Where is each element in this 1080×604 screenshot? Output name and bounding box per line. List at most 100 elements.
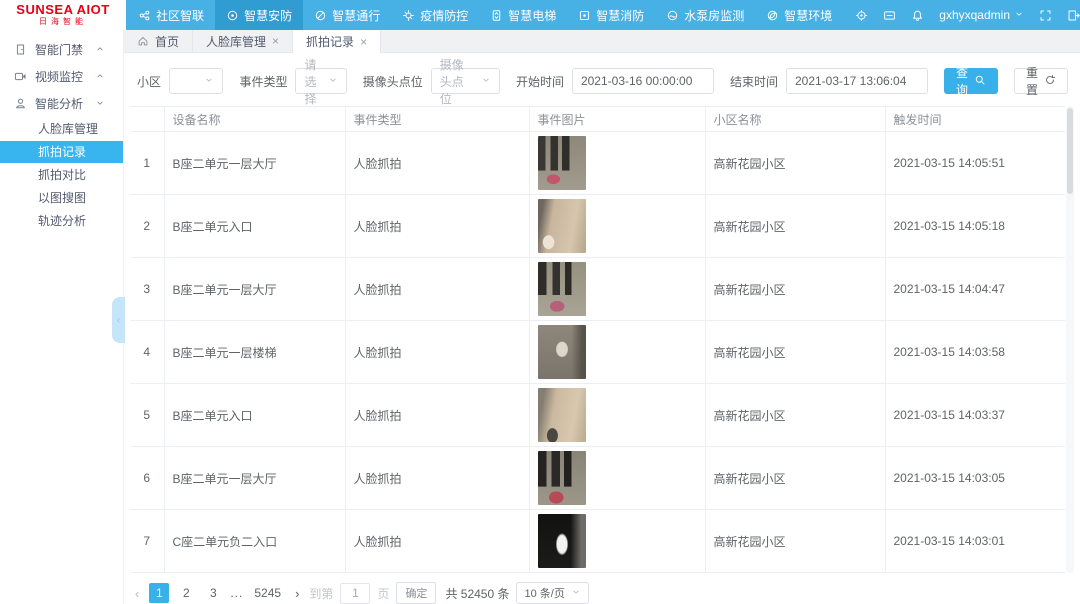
reset-button[interactable]: 重置 [1014,68,1068,94]
event-snapshot[interactable] [538,325,586,379]
event-snapshot[interactable] [538,451,586,505]
column-header: 设备名称 [164,107,345,132]
topbar-actions: gxhyxqadmin [843,0,1080,30]
reset-icon [1044,74,1056,86]
chevron-down-icon [204,75,214,85]
tab-label: 抓拍记录 [306,33,354,50]
search-button-label: 查询 [956,64,968,98]
user-menu[interactable]: gxhyxqadmin [939,8,1024,22]
cell-device-name: B座二单元入口 [164,384,345,447]
prev-page-button[interactable]: ‹ [132,586,142,601]
scrollbar-thumb[interactable] [1067,108,1073,194]
cell-trigger-time: 2021-03-15 14:03:05 [885,447,1065,510]
start-time-input[interactable] [572,68,714,94]
tab-face-library[interactable]: 人脸库管理 × [193,30,293,52]
environment-icon [766,9,779,22]
cell-event-type: 人脸抓拍 [345,258,529,321]
topnav-item-environment[interactable]: 智慧环境 [755,0,843,30]
cell-event-type: 人脸抓拍 [345,132,529,195]
sidebar-subitem-face-library[interactable]: 人脸库管理 [0,118,123,140]
tab-close-icon[interactable]: × [360,36,367,48]
cell-event-image [529,384,705,447]
page-size-select[interactable]: 10 条/页 [516,582,588,604]
cell-index: 1 [130,132,164,195]
goto-page-input[interactable] [340,583,370,604]
topbar: SUNSEA AIOT 日海智能 社区智联智慧安防智慧通行疫情防控智慧电梯智慧消… [0,0,1080,30]
tab-home[interactable]: 首页 [124,30,193,52]
event-snapshot[interactable] [538,262,586,316]
tab-capture-records[interactable]: 抓拍记录 × [293,30,381,53]
sidebar-subitem-capture-records[interactable]: 抓拍记录 [0,141,123,163]
topnav-item-fire[interactable]: 智慧消防 [567,0,655,30]
pump-icon [666,9,679,22]
search-icon [974,74,986,86]
sidebar-subitem-trajectory[interactable]: 轨迹分析 [0,210,123,232]
event-snapshot[interactable] [538,136,586,190]
page-button-5245[interactable]: 5245 [250,583,285,603]
table-header-row: 设备名称事件类型事件图片小区名称触发时间 [130,107,1065,132]
cell-trigger-time: 2021-03-15 14:03:01 [885,510,1065,573]
tab-label: 人脸库管理 [206,33,266,50]
cell-device-name: B座二单元入口 [164,195,345,258]
tab-close-icon[interactable]: × [272,35,279,47]
topnav-item-elevator[interactable]: 智慧电梯 [479,0,567,30]
sidebar-item-video-monitor[interactable]: 视频监控 [0,63,123,90]
community-select[interactable] [169,68,223,94]
reset-icon [1044,74,1056,89]
search-icon [974,74,986,89]
event-snapshot[interactable] [538,388,586,442]
cell-device-name: C座二单元负二入口 [164,510,345,573]
page-button-2[interactable]: 2 [176,583,196,603]
table-row: 2B座二单元入口人脸抓拍高新花园小区2021-03-15 14:05:18 [130,195,1065,258]
page-unit-label: 页 [377,585,389,602]
topnav-item-label: 社区智联 [156,7,204,24]
topnav-item-access[interactable]: 智慧通行 [303,0,391,30]
logout-button[interactable] [1067,9,1080,22]
brand-logo: SUNSEA AIOT 日海智能 [0,0,126,30]
topnav-item-community[interactable]: 社区智联 [127,0,215,30]
fullscreen-button[interactable] [1039,9,1052,22]
topnav-item-pump-room[interactable]: 水泵房监测 [655,0,755,30]
chevron-down-icon [1014,9,1024,19]
sidebar: 智能门禁视频监控智能分析人脸库管理抓拍记录抓拍对比以图搜图轨迹分析 [0,30,124,604]
access-icon [314,9,327,22]
fullscreen-icon [1039,9,1052,22]
sidebar-item-smart-analysis[interactable]: 智能分析 [0,90,123,117]
username: gxhyxqadmin [939,8,1010,22]
table-row: 7C座二单元负二入口人脸抓拍高新花园小区2021-03-15 14:03:01 [130,510,1065,573]
sidebar-item-access-control[interactable]: 智能门禁 [0,36,123,63]
chevron-down-icon [198,74,214,88]
cell-community: 高新花园小区 [705,195,885,258]
cell-event-type: 人脸抓拍 [345,510,529,573]
cell-index: 6 [130,447,164,510]
goto-confirm-button[interactable]: 确定 [396,582,436,604]
event-type-select[interactable]: 请选择 [295,68,346,94]
table-scrollbar[interactable] [1066,106,1074,573]
search-button[interactable]: 查询 [944,68,998,94]
sidebar-item-label: 视频监控 [35,68,95,85]
cell-community: 高新花园小区 [705,447,885,510]
message-button[interactable] [883,9,896,22]
sidebar-item-label: 智能门禁 [35,41,95,58]
column-header: 小区名称 [705,107,885,132]
sidebar-subitem-image-search[interactable]: 以图搜图 [0,187,123,209]
cell-event-image [529,510,705,573]
community-icon [138,9,151,22]
camera-select[interactable]: 摄像头点位 [431,68,500,94]
content-panel: 小区 事件类型 请选择 摄像头点位 摄像头点位 开始时间 [124,53,1080,604]
settings-button[interactable] [855,9,868,22]
page-button-3[interactable]: 3 [203,583,223,603]
page-button-1[interactable]: 1 [149,583,169,603]
cell-event-image [529,447,705,510]
sidebar-subitem-capture-compare[interactable]: 抓拍对比 [0,164,123,186]
notifications-button[interactable] [911,9,924,22]
event-snapshot[interactable] [538,514,586,568]
topnav-item-security[interactable]: 智慧安防 [215,0,303,30]
event-snapshot[interactable] [538,199,586,253]
end-time-input[interactable] [786,68,928,94]
topnav-item-epidemic[interactable]: 疫情防控 [391,0,479,30]
sidebar-collapse-handle[interactable]: ‹ [112,297,125,343]
cell-device-name: B座二单元一层大厅 [164,132,345,195]
records-table-wrap: 设备名称事件类型事件图片小区名称触发时间 1B座二单元一层大厅人脸抓拍高新花园小… [130,106,1073,573]
next-page-button[interactable]: › [292,586,302,601]
